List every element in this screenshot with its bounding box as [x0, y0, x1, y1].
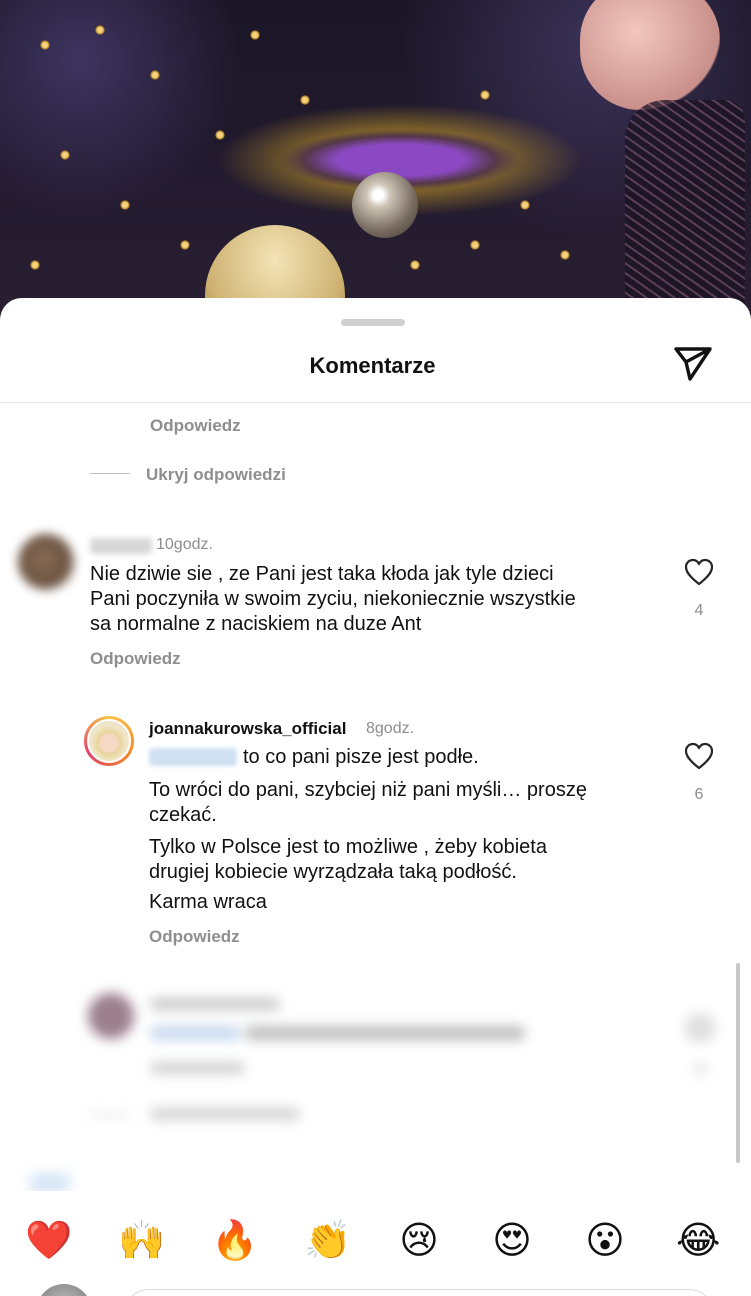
mention-blurred[interactable] [149, 748, 237, 766]
comment-input[interactable] [124, 1289, 714, 1296]
hide-replies-line [90, 473, 130, 474]
username-blurred[interactable] [90, 538, 152, 554]
comment-text-line: Pani poczyniła w swoim zyciu, niekoniecz… [90, 588, 576, 610]
heart-eyes-emoji-icon[interactable]: 😍 [490, 1218, 534, 1262]
heart-icon[interactable] [684, 558, 714, 586]
heart-icon[interactable] [684, 742, 714, 770]
emoji-reaction-bar [0, 1191, 751, 1296]
sheet-title: Komentarze [309, 353, 436, 378]
comments-sheet: Komentarze Odpowiedz Ukryj odpowiedzi 10… [0, 298, 751, 1296]
reply-link[interactable]: Odpowiedz [90, 649, 181, 669]
avatar-photo [87, 719, 131, 763]
raised-hand [580, 0, 720, 110]
astonished-face-emoji-icon[interactable]: 😮 [583, 1218, 627, 1262]
reply-link[interactable]: Odpowiedz [150, 416, 241, 436]
comment-text-line: drugiej kobiecie wyrządzała taką podłość… [149, 861, 517, 883]
clapping-hands-emoji-icon[interactable]: 👏 [304, 1218, 351, 1262]
avatar-joannakurowska[interactable] [84, 716, 134, 766]
disco-ball [352, 172, 418, 238]
blurred-comments [0, 978, 751, 1198]
drag-handle[interactable] [341, 319, 405, 326]
scrollbar[interactable] [736, 963, 740, 1163]
background-video [0, 0, 751, 340]
comment-text-line: To wróci do pani, szybciej niż pani myśl… [149, 779, 587, 801]
comment-text-line: Karma wraca [149, 891, 267, 913]
like-count: 6 [694, 786, 704, 803]
raised-hands-emoji-icon[interactable]: 🙌 [118, 1218, 165, 1262]
hide-replies-link[interactable]: Ukryj odpowiedzi [146, 465, 286, 485]
heart-emoji-icon[interactable]: ❤️ [25, 1218, 72, 1262]
avatar[interactable] [18, 534, 74, 590]
comment-time: 10godz. [156, 536, 213, 553]
comment-text-line: Nie dziwie sie , ze Pani jest taka kłoda… [90, 563, 554, 585]
comment-text-line: czekać. [149, 804, 217, 826]
reply-link[interactable]: Odpowiedz [149, 927, 240, 947]
crying-face-emoji-icon[interactable]: 😢 [397, 1218, 441, 1262]
comment-text-line: to co pani pisze jest podłe. [243, 746, 479, 768]
share-send-icon[interactable] [672, 345, 714, 383]
tears-of-joy-emoji-icon[interactable]: 😂 [676, 1218, 720, 1262]
comment-time: 8godz. [366, 720, 415, 737]
header-divider [0, 402, 751, 403]
comment-text-line: sa normalne z naciskiem na duze Ant [90, 613, 422, 635]
like-count: 4 [694, 602, 704, 619]
fire-emoji-icon[interactable]: 🔥 [211, 1218, 258, 1262]
username[interactable]: joannakurowska_official [149, 719, 346, 739]
comment-text-line: Tylko w Polsce jest to możliwe , żeby ko… [149, 836, 547, 858]
